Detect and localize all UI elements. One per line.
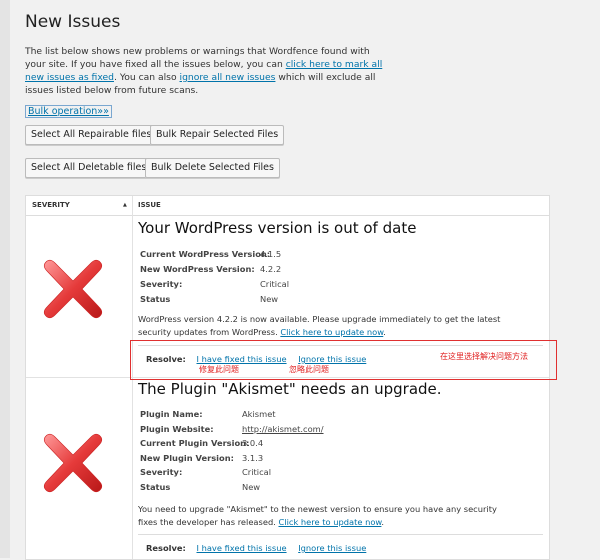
field-label: Current Plugin Version: <box>140 438 250 448</box>
table-header: SEVERITY ▲ ISSUE <box>26 196 549 216</box>
bulk-repair-selected-button[interactable]: Bulk Repair Selected Files <box>150 125 285 145</box>
red-x-icon <box>43 433 103 493</box>
field-label: Plugin Website: <box>140 423 214 434</box>
description-end: . <box>381 517 385 527</box>
field-value: New <box>260 294 279 304</box>
select-all-repairable-button[interactable]: Select All Repairable files <box>25 125 158 145</box>
field-label: Plugin Name: <box>140 409 203 419</box>
field-label: Status <box>140 481 171 492</box>
bulk-operation-link[interactable]: Bulk operation»» <box>25 105 112 118</box>
fixed-issue-link[interactable]: I have fixed this issue <box>197 543 287 553</box>
page-title: New Issues <box>25 12 121 32</box>
field-value: 4.1.5 <box>260 249 282 259</box>
field-value: Critical <box>242 467 272 477</box>
field-value: 3.0.4 <box>242 438 264 448</box>
select-all-deletable-button[interactable]: Select All Deletable files <box>25 158 153 178</box>
issue-description: WordPress version 4.2.2 is now available… <box>138 313 508 339</box>
annotation-fixed-cn: 修复此问题 <box>199 365 239 374</box>
resolve-row: Resolve: I have fixed this issue Ignore … <box>146 543 366 553</box>
field-label: New WordPress Version: <box>140 264 255 274</box>
resolve-label: Resolve: <box>146 543 186 553</box>
field-label: Current WordPress Version: <box>140 249 271 259</box>
issue-title: The Plugin "Akismet" needs an upgrade. <box>138 380 442 398</box>
red-x-icon <box>43 259 103 319</box>
field-label: Severity: <box>140 279 183 289</box>
issue-description: You need to upgrade "Akismet" to the new… <box>138 503 508 529</box>
wordfence-issues-page: New Issues The list below shows new prob… <box>0 0 600 560</box>
severity-column-header[interactable]: SEVERITY <box>32 196 70 215</box>
annotation-choose-method-cn: 在这里选择解决问题方法 <box>440 352 528 361</box>
issue-title: Your WordPress version is out of date <box>138 219 417 237</box>
ignore-all-issues-link[interactable]: ignore all new issues <box>180 72 276 83</box>
issue-column-header[interactable]: ISSUE <box>138 196 161 215</box>
intro-text: The list below shows new problems or war… <box>25 45 385 97</box>
field-label: Severity: <box>140 467 183 477</box>
update-now-link[interactable]: Click here to update now <box>278 517 381 527</box>
update-now-link[interactable]: Click here to update now <box>280 327 383 337</box>
intro-text-2: . You can also <box>113 72 180 83</box>
field-value: 3.1.3 <box>242 452 264 463</box>
field-value: Akismet <box>242 409 276 419</box>
sort-arrow-icon[interactable]: ▲ <box>123 196 127 215</box>
description-end: . <box>383 327 386 337</box>
field-value: New <box>242 481 261 492</box>
field-value: Critical <box>260 279 290 289</box>
resolve-divider <box>138 534 543 535</box>
ignore-issue-link[interactable]: Ignore this issue <box>298 543 366 553</box>
bulk-delete-selected-button[interactable]: Bulk Delete Selected Files <box>145 158 280 178</box>
admin-sidebar-edge <box>0 0 10 558</box>
annotation-ignore-cn: 忽略此问题 <box>289 365 329 374</box>
field-value: 4.2.2 <box>260 264 282 274</box>
field-label: New Plugin Version: <box>140 452 234 463</box>
field-label: Status <box>140 294 171 304</box>
plugin-website-link[interactable]: http://akismet.com/ <box>242 422 324 437</box>
